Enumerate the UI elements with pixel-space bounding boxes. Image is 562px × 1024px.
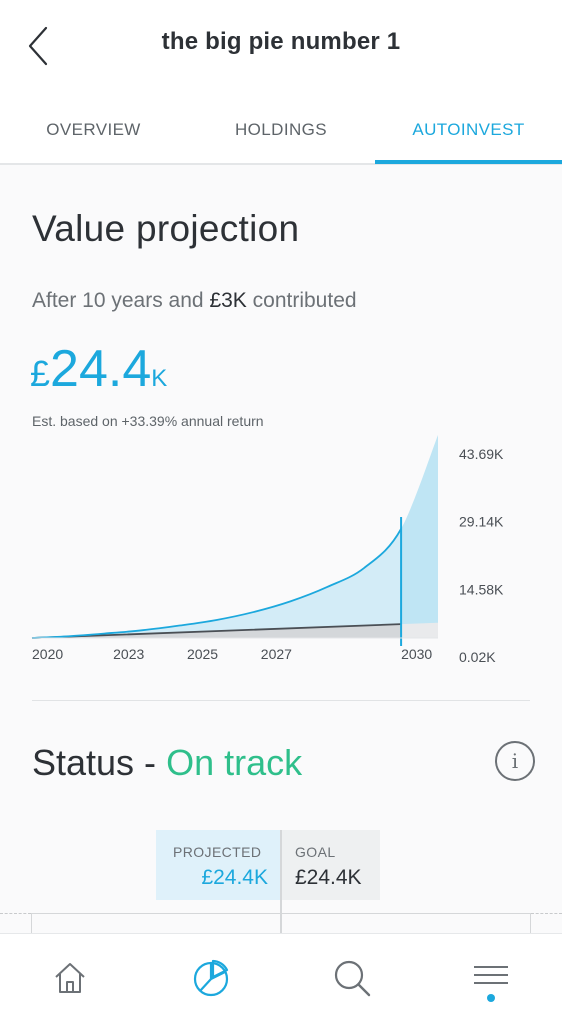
- status-track: [31, 913, 531, 933]
- goal-box: GOAL £24.4K: [282, 830, 380, 900]
- active-tab-indicator: [375, 160, 562, 164]
- y-tick-label: 0.02K: [459, 649, 496, 665]
- status-title: Status - On track: [32, 742, 302, 784]
- nav-home[interactable]: [40, 948, 100, 1008]
- section-divider: [32, 700, 530, 701]
- page-title: the big pie number 1: [161, 28, 401, 55]
- x-tick-label: 2030: [401, 646, 432, 662]
- x-tick-label: 2023: [113, 646, 144, 662]
- info-icon[interactable]: i: [495, 741, 535, 781]
- value-currency: £: [30, 353, 51, 394]
- projection-area: [32, 528, 402, 638]
- section-title: Value projection: [32, 208, 300, 249]
- tab-autoinvest[interactable]: AUTOINVEST: [375, 95, 562, 165]
- projected-amount: £24.4K: [201, 866, 268, 889]
- projected-label: PROJECTED: [173, 844, 262, 860]
- bottom-nav: [0, 933, 562, 1024]
- header: the big pie number 1: [0, 0, 562, 95]
- projected-value: £24.4K: [30, 343, 167, 395]
- x-tick-label: 2025: [187, 646, 218, 662]
- home-icon: [55, 963, 85, 993]
- goal-label: GOAL: [295, 844, 336, 860]
- projected-box: PROJECTED £24.4K: [156, 830, 280, 900]
- value-unit: K: [151, 365, 168, 392]
- subtitle-amount: £3K: [209, 289, 247, 312]
- x-tick-label: 2020: [32, 646, 63, 662]
- value-number: 24.4: [50, 340, 152, 398]
- y-tick-label: 43.69K: [459, 446, 504, 462]
- goal-amount: £24.4K: [295, 866, 362, 889]
- subtitle-suffix: contributed: [246, 289, 357, 312]
- tab-overview[interactable]: OVERVIEW: [0, 95, 187, 165]
- nav-portfolio[interactable]: [181, 948, 241, 1008]
- nav-search[interactable]: [322, 948, 382, 1008]
- subtitle-prefix: After 10 years and: [32, 289, 210, 312]
- track-dash-left: [0, 913, 31, 914]
- active-nav-indicator: [487, 994, 495, 1002]
- main-content[interactable]: Value projection After 10 years and £3K …: [0, 165, 562, 933]
- x-tick-label: 2027: [261, 646, 292, 662]
- tab-bar: OVERVIEW HOLDINGS AUTOINVEST: [0, 95, 562, 165]
- search-icon: [334, 960, 371, 997]
- status-label: Status -: [32, 742, 167, 783]
- track-dash-right: [531, 913, 562, 914]
- tab-holdings[interactable]: HOLDINGS: [187, 95, 375, 165]
- status-value: On track: [166, 742, 303, 783]
- projection-subtitle: After 10 years and £3K contributed: [32, 289, 357, 313]
- y-tick-label: 14.58K: [459, 581, 504, 597]
- y-tick-label: 29.14K: [459, 514, 504, 530]
- projection-chart[interactable]: 43.69K 29.14K 14.58K 0.02K 2020 2023 2025 2027 2…: [0, 427, 562, 667]
- pie-chart-icon: [193, 959, 229, 997]
- menu-icon: [474, 966, 508, 984]
